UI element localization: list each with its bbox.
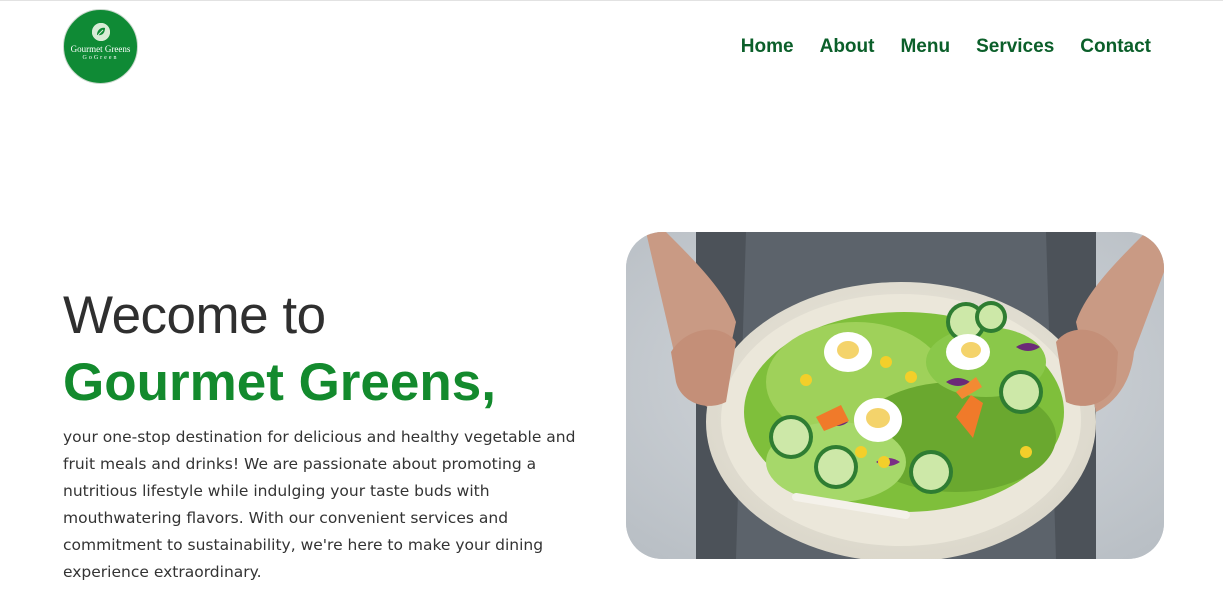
main-nav: Home About Menu Services Contact: [741, 36, 1151, 58]
top-border: [0, 0, 1223, 1]
nav-about[interactable]: About: [820, 36, 875, 58]
logo-name: Gourmet Greens: [70, 44, 131, 54]
leaf-icon: [92, 23, 110, 41]
logo[interactable]: Gourmet Greens GoGreen: [63, 9, 138, 84]
nav-menu[interactable]: Menu: [900, 36, 950, 58]
hero-description: your one-stop destination for delicious …: [63, 428, 576, 581]
salad-bowl-photo: [626, 232, 1164, 559]
nav-home[interactable]: Home: [741, 36, 794, 58]
nav-contact[interactable]: Contact: [1080, 36, 1151, 58]
hero-welcome-heading: Wecome to: [63, 286, 326, 345]
logo-tagline: GoGreen: [82, 55, 119, 61]
nav-services[interactable]: Services: [976, 36, 1054, 58]
hero-brand-heading: Gourmet Greens,: [63, 353, 496, 412]
